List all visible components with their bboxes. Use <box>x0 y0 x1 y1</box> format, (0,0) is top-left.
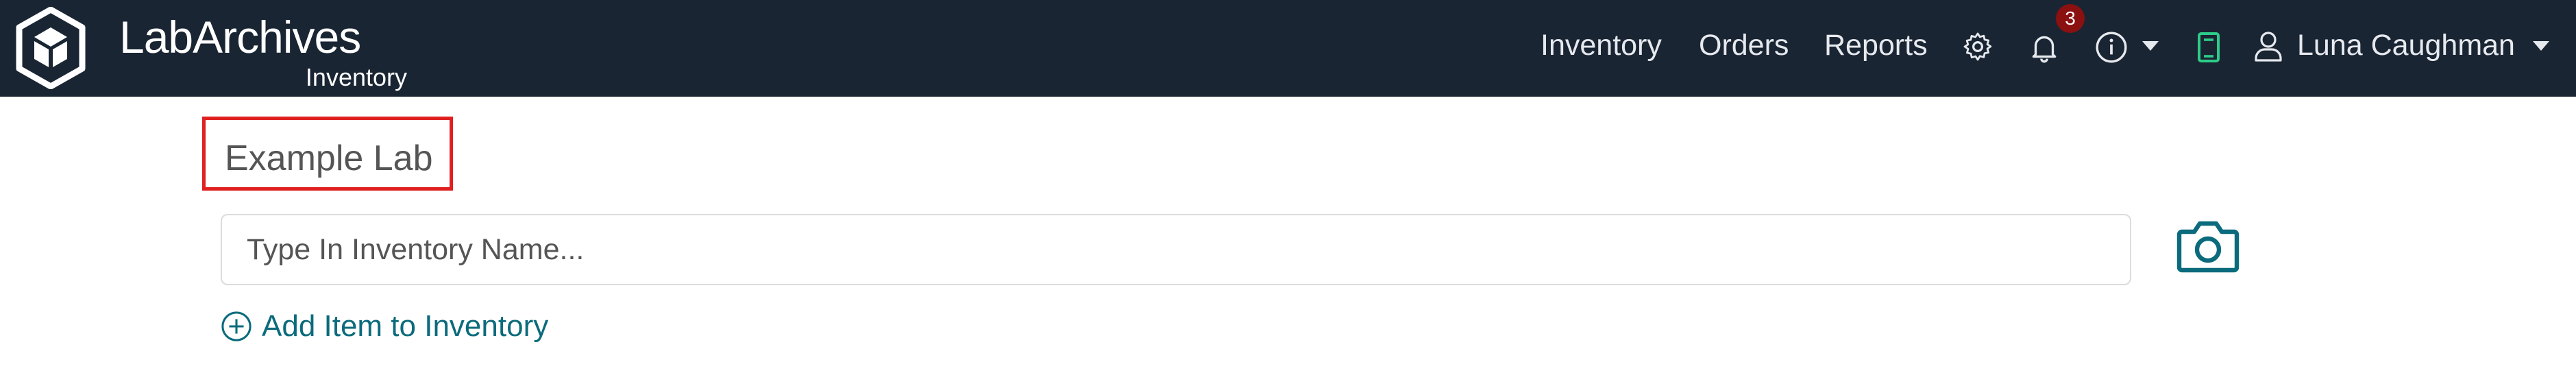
brand[interactable]: LabArchives Inventory <box>15 7 407 91</box>
add-item-button[interactable]: Add Item to Inventory <box>221 309 548 344</box>
nav-link-reports[interactable]: Reports <box>1824 29 1928 62</box>
add-item-label: Add Item to Inventory <box>262 309 549 343</box>
user-icon[interactable] <box>2252 29 2285 63</box>
nav-link-orders[interactable]: Orders <box>1699 29 1789 62</box>
gear-icon[interactable] <box>1961 30 1994 63</box>
info-icon[interactable] <box>2094 30 2129 64</box>
brand-text: LabArchives Inventory <box>119 7 407 91</box>
labarchives-logo-icon <box>16 7 86 89</box>
lab-title-highlight: Example Lab <box>202 117 453 191</box>
brand-product: Inventory <box>305 63 407 91</box>
page-title: Example Lab <box>225 139 433 178</box>
nav-link-inventory[interactable]: Inventory <box>1541 29 1662 62</box>
user-menu-chevron-icon[interactable] <box>2531 40 2551 52</box>
top-navbar: LabArchives Inventory Inventory Orders R… <box>0 0 2576 97</box>
chevron-down-icon[interactable] <box>2141 40 2160 52</box>
notification-count-badge: 3 <box>2056 4 2085 33</box>
brand-name: LabArchives <box>119 12 361 62</box>
inventory-search-input[interactable] <box>221 214 2131 285</box>
plus-circle-icon <box>221 311 252 341</box>
user-menu-name[interactable]: Luna Caughman <box>2297 29 2515 62</box>
camera-icon[interactable] <box>2176 218 2240 273</box>
bell-icon[interactable] <box>2027 30 2061 64</box>
notebook-icon[interactable] <box>2197 32 2220 63</box>
